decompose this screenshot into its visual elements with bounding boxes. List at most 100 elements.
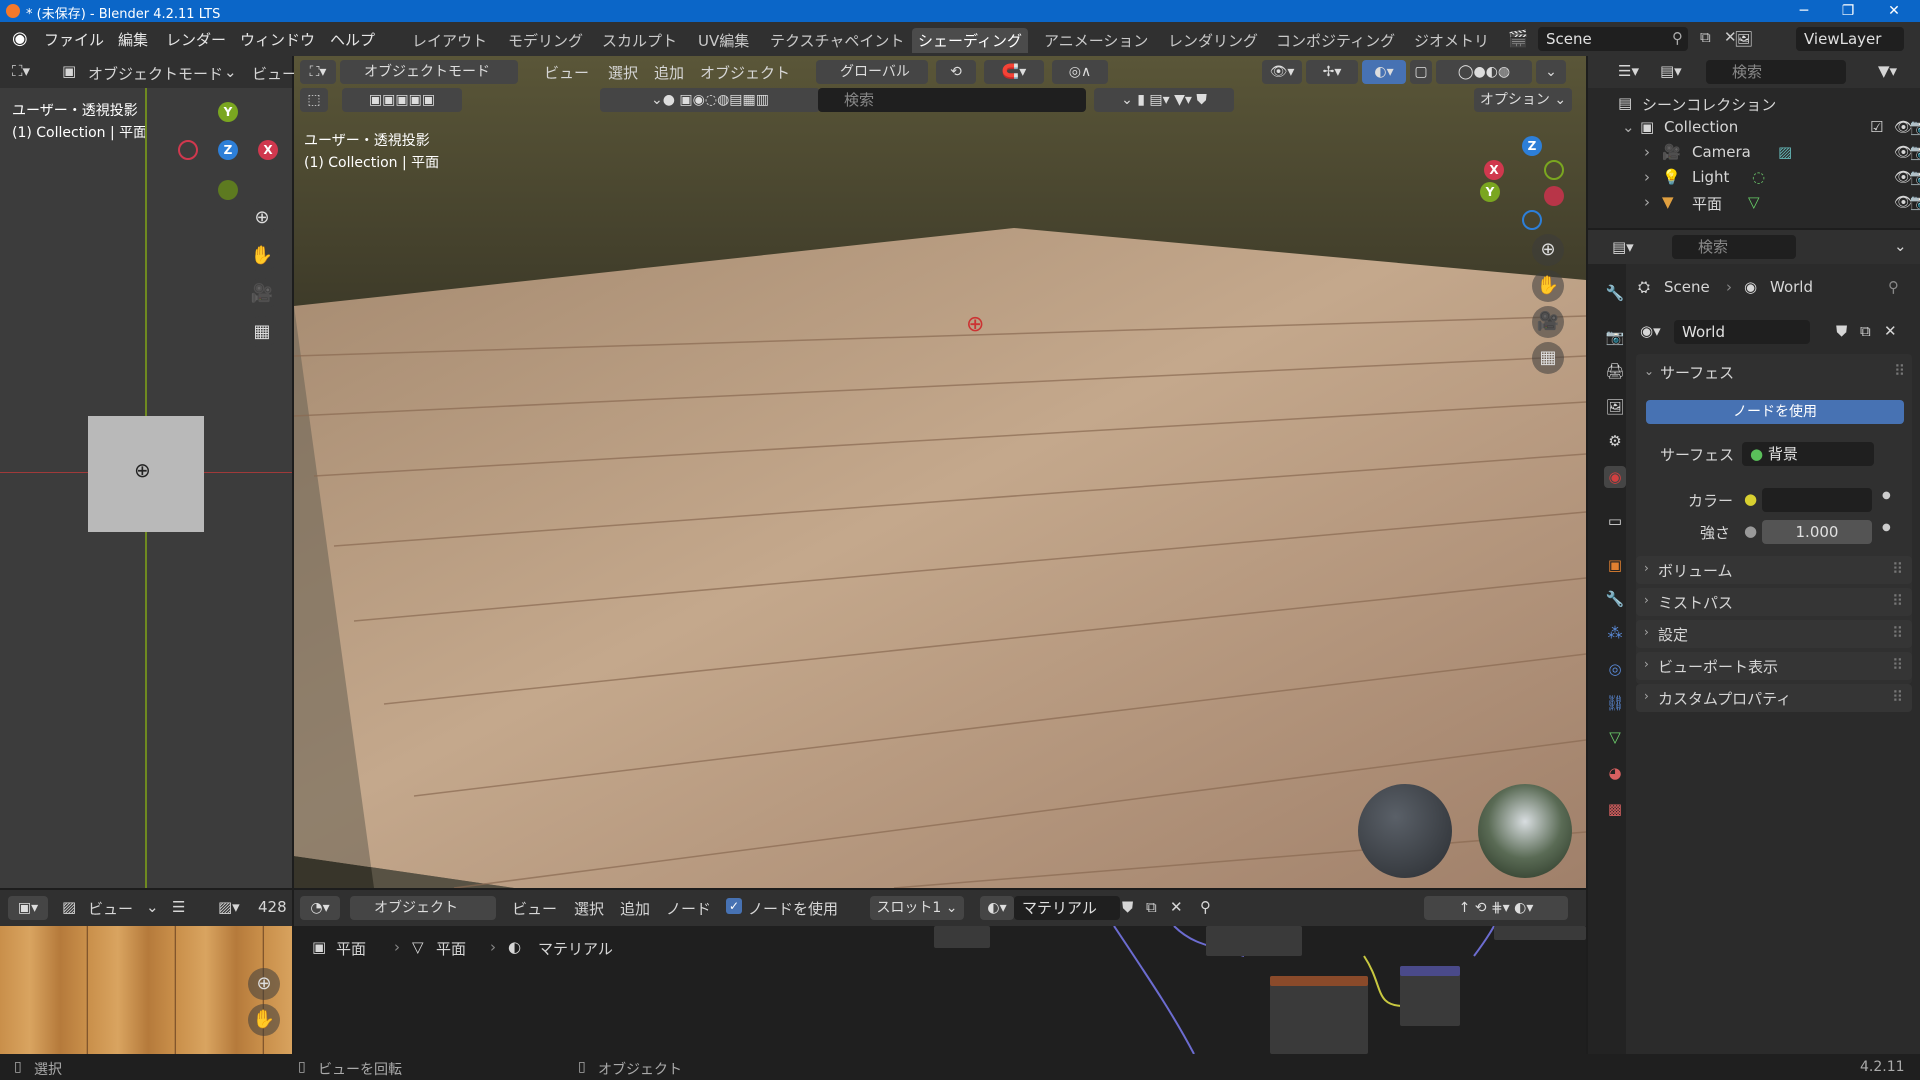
tab-layout[interactable]: レイアウト <box>406 28 493 53</box>
blender-logo-icon[interactable]: ◉ <box>12 28 28 49</box>
material-browse-icon[interactable]: ◐▾ <box>980 896 1014 920</box>
gizmo-neg-y[interactable] <box>1544 160 1564 180</box>
chevron-down-icon[interactable]: ⌄ <box>1644 364 1654 378</box>
drag-handle-icon[interactable]: ⠿ <box>1892 688 1903 706</box>
pin-icon[interactable]: ⚲ <box>1200 898 1211 916</box>
outliner-item-plane[interactable]: 平面 <box>1692 193 1722 214</box>
gizmo-neg-z[interactable] <box>1522 210 1542 230</box>
chevron-down-icon[interactable]: ⌄ <box>224 63 237 81</box>
tab-texture-paint[interactable]: テクスチャペイント <box>764 28 910 53</box>
camera-view-icon[interactable]: 🎥 <box>246 278 278 310</box>
fake-user-shield-icon[interactable]: ⛊ <box>1836 322 1847 340</box>
gizmo-neg-x[interactable] <box>178 140 198 160</box>
drag-handle-icon[interactable]: ⠿ <box>1894 362 1905 380</box>
gizmo-neg-x[interactable] <box>1544 186 1564 206</box>
view-layer-tab-icon[interactable]: 🖼 <box>1604 396 1626 418</box>
node-type-dropdown[interactable]: オブジェクト <box>350 896 496 920</box>
output-tab-icon[interactable]: 🖨 <box>1604 360 1626 382</box>
duplicate-world-icon[interactable]: ⧉ <box>1860 322 1871 340</box>
new-scene-icon[interactable]: ⧉ <box>1700 28 1711 46</box>
outliner-item-light[interactable]: Light <box>1692 168 1729 186</box>
object-tab-icon[interactable]: ▣ <box>1604 554 1626 576</box>
world-tab-icon[interactable]: ◉ <box>1604 466 1626 488</box>
visibility-icon[interactable]: 👁▾ <box>1262 60 1302 84</box>
gizmo-z-axis[interactable]: Z <box>1522 136 1542 156</box>
3d-cursor-icon[interactable]: ⊕ <box>134 458 151 482</box>
color-swatch[interactable] <box>1762 488 1872 512</box>
checkbox-icon[interactable]: ☑ <box>1870 118 1883 136</box>
expand-collection-chevron[interactable]: ⌄ <box>1622 118 1635 136</box>
editor-type-icon[interactable]: ⛶▾ <box>12 62 30 80</box>
chevron-down-icon[interactable]: ⌄ <box>146 898 159 916</box>
shading-dropdown[interactable]: ⌄ <box>1536 60 1566 84</box>
menu-object[interactable]: オブジェクト <box>700 62 790 83</box>
properties-editor[interactable]: ▤▾ 検索 ⌄ 🔧 📷 🖨 🖼 ⚙ ◉ ▭ ▣ 🔧 ⁂ ◎ ⛓ ▽ ◕ ▩ ⛭ … <box>1588 230 1920 1054</box>
tab-animation[interactable]: アニメーション <box>1038 28 1154 53</box>
collection-tab-icon[interactable]: ▭ <box>1604 510 1626 532</box>
minimize-button[interactable]: ─ <box>1784 0 1824 22</box>
menu-add[interactable]: 追加 <box>654 62 684 83</box>
hamburger-icon[interactable]: ☰ <box>172 898 185 916</box>
close-window-button[interactable]: ✕ <box>1874 0 1914 22</box>
image-browse-icon[interactable]: ▨▾ <box>218 898 240 916</box>
tab-geometry[interactable]: ジオメトリ <box>1408 28 1495 53</box>
xray-icon[interactable]: ▢ <box>1410 60 1432 84</box>
tab-rendering[interactable]: レンダリング <box>1162 28 1264 53</box>
node-menu-view[interactable]: ビュー <box>512 898 557 919</box>
transform-orientation-dropdown[interactable]: グローバル <box>816 60 928 84</box>
editor-type-button[interactable]: ◔▾ <box>300 896 340 920</box>
editor-type-icon[interactable]: ☰▾ <box>1618 62 1639 80</box>
material-tab-icon[interactable]: ◕ <box>1604 762 1626 784</box>
image-view-menu[interactable]: ビュー <box>88 898 133 919</box>
outliner-item-camera[interactable]: Camera <box>1692 143 1751 161</box>
pivot-icon[interactable]: ⟲ <box>936 60 976 84</box>
gizmo-y-axis[interactable]: Y <box>1480 182 1500 202</box>
node-menu-node[interactable]: ノード <box>666 898 711 919</box>
drag-handle-icon[interactable]: ⠿ <box>1892 592 1903 610</box>
grid-view-icon[interactable]: ▦ <box>246 316 278 348</box>
world-name-field[interactable]: World <box>1674 320 1810 344</box>
material-name-field[interactable]: マテリアル <box>1014 896 1120 920</box>
unlink-world-icon[interactable]: ✕ <box>1884 322 1897 340</box>
image-editor[interactable]: ▣▾ ▨ ビュー ⌄ ☰ ▨▾ 428 ⊕ ✋ <box>0 890 292 1054</box>
grid-view-icon[interactable]: ▦ <box>1532 342 1564 374</box>
strength-field[interactable]: 1.000 <box>1762 520 1872 544</box>
tab-sculpt[interactable]: スカルプト <box>596 28 683 53</box>
node-snap-overlay-tools[interactable]: ↑ ⟲ ⋕▾ ◐▾ <box>1424 896 1568 920</box>
particles-tab-icon[interactable]: ⁂ <box>1604 622 1626 644</box>
node-menu-select[interactable]: 選択 <box>574 898 604 919</box>
fake-user-shield-icon[interactable]: ⛊ <box>1122 898 1133 916</box>
pan-hand-icon[interactable]: ✋ <box>248 1004 280 1036</box>
breadcrumb-world[interactable]: World <box>1770 278 1813 296</box>
gizmo-x-axis[interactable]: X <box>258 140 278 160</box>
collection-label[interactable]: Collection <box>1664 118 1738 136</box>
keyframe-dot-icon[interactable]: ● <box>1882 522 1891 533</box>
expand-chevron[interactable]: › <box>1644 143 1650 161</box>
gizmo-toggle-icon[interactable]: ✢▾ <box>1306 60 1358 84</box>
main-mode-dropdown[interactable]: オブジェクトモード <box>340 60 518 84</box>
snap-icon[interactable]: 🧲▾ <box>984 60 1044 84</box>
options-dropdown[interactable]: オプション ⌄ <box>1474 88 1572 112</box>
menu-edit[interactable]: 編集 <box>118 29 148 50</box>
shading-mode-buttons[interactable]: ◯●◐◍ <box>1436 60 1532 84</box>
use-nodes-button[interactable]: ノードを使用 <box>1646 400 1904 424</box>
viewlayer-field[interactable]: ViewLayer <box>1796 27 1904 51</box>
gizmo-neg-y[interactable] <box>218 180 238 200</box>
slot-dropdown[interactable]: スロット1 ⌄ <box>870 896 964 920</box>
duplicate-material-icon[interactable]: ⧉ <box>1146 898 1157 916</box>
strength-socket-icon[interactable]: ● <box>1744 522 1757 540</box>
select-tool-icon[interactable]: ⬚ <box>300 88 328 112</box>
gizmo-x-axis[interactable]: X <box>1484 160 1504 180</box>
node-menu-add[interactable]: 追加 <box>620 898 650 919</box>
scene-collection-label[interactable]: シーンコレクション <box>1642 94 1776 115</box>
editor-type-button[interactable]: ▣▾ <box>8 896 48 920</box>
data-tab-icon[interactable]: ▽ <box>1604 726 1626 748</box>
breadcrumb-scene[interactable]: Scene <box>1664 278 1710 296</box>
constraints-tab-icon[interactable]: ⛓ <box>1604 692 1626 714</box>
viewport-display-section[interactable]: › ビューポート表示 ⠿ <box>1636 652 1912 680</box>
custom-properties-section[interactable]: › カスタムプロパティ ⠿ <box>1636 684 1912 712</box>
modifier-tab-icon[interactable]: 🔧 <box>1604 588 1626 610</box>
filter-tools[interactable]: ⌄ ▮ ▤▾ ▼▾ ⛊ <box>1094 88 1234 112</box>
scene-selector-icon[interactable]: 🎬 <box>1508 29 1528 48</box>
menu-select[interactable]: 選択 <box>608 62 638 83</box>
